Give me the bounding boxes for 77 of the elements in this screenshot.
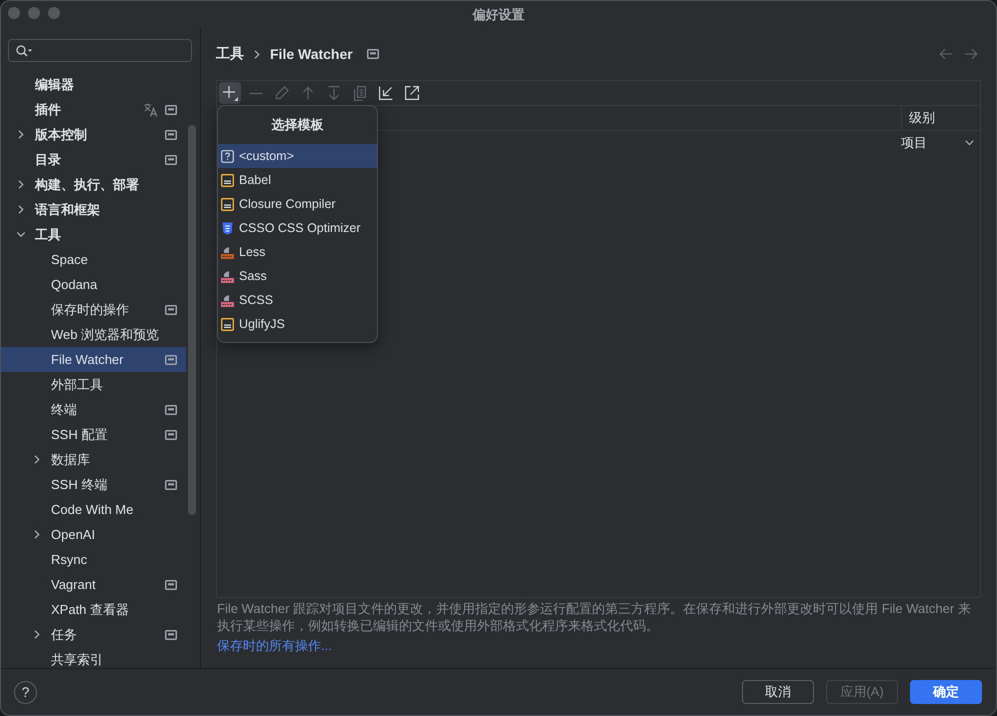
popup-item[interactable]: CSSO CSS Optimizer	[218, 216, 377, 240]
js-file-icon	[221, 174, 234, 186]
chevron-down-icon	[965, 140, 974, 146]
search-icon[interactable]	[16, 44, 32, 56]
breadcrumb-item: File Watcher	[270, 46, 353, 62]
arrow-out-icon	[405, 86, 419, 100]
stylesheet-file-icon	[221, 294, 234, 306]
sidebar-item[interactable]: Web 浏览器和预览	[1, 322, 186, 347]
dialog-button[interactable]: 确定	[910, 680, 982, 704]
js-file-icon	[221, 198, 234, 210]
plus-icon	[222, 85, 238, 101]
sidebar-item[interactable]: 版本控制	[1, 122, 186, 147]
sidebar-item[interactable]: File Watcher	[1, 347, 186, 372]
help-button[interactable]: ?	[14, 680, 37, 704]
css-file-icon	[221, 222, 234, 234]
sidebar-item[interactable]: 编辑器	[1, 72, 186, 97]
arrow-down-icon	[328, 86, 340, 100]
minus-icon	[249, 92, 263, 94]
sidebar-item[interactable]: SSH 配置	[1, 422, 186, 447]
arrow-in-icon	[379, 86, 393, 100]
popup-item[interactable]: SCSS	[218, 288, 377, 312]
js-file-icon	[221, 318, 234, 330]
arrow-right-icon	[964, 48, 978, 60]
column-header[interactable]: 级别	[901, 106, 980, 130]
sidebar-item[interactable]: 保存时的操作	[1, 297, 186, 322]
sidebar-item[interactable]: 任务	[1, 622, 186, 647]
dropdown[interactable]: 项目	[901, 131, 980, 155]
sidebar-item[interactable]: 语言和框架	[1, 197, 186, 222]
close-window-icon[interactable]	[8, 7, 20, 19]
sidebar-item[interactable]: Vagrant	[1, 572, 186, 597]
sidebar-item[interactable]: OpenAI	[1, 522, 186, 547]
stylesheet-file-icon	[221, 246, 234, 258]
dialog-button[interactable]: 取消	[742, 680, 814, 704]
arrow-up-icon	[302, 86, 314, 100]
popup-item[interactable]: Babel	[218, 168, 377, 192]
popup-item[interactable]: Sass	[218, 264, 377, 288]
sidebar-item[interactable]: Rsync	[1, 547, 186, 572]
popup-item[interactable]: <custom>	[218, 144, 377, 168]
popup-item[interactable]: Less	[218, 240, 377, 264]
add-button[interactable]	[219, 82, 241, 104]
sidebar-item[interactable]: XPath 查看器	[1, 597, 186, 622]
popup-title: 选择模板	[270, 116, 324, 134]
sidebar-item[interactable]: 终端	[1, 397, 186, 422]
link[interactable]: 保存时的所有操作...	[217, 637, 332, 655]
chevron-down-icon[interactable]	[16, 232, 26, 238]
window-title: 偏好设置	[472, 6, 524, 24]
stylesheet-file-icon	[221, 270, 234, 282]
question-file-icon	[221, 150, 234, 162]
chevron-right-icon[interactable]	[18, 180, 24, 189]
sidebar-item[interactable]: 外部工具	[1, 372, 186, 397]
chevron-right-icon[interactable]	[18, 130, 24, 139]
sidebar-item[interactable]: 数据库	[1, 447, 186, 472]
chevron-right-icon[interactable]	[34, 455, 40, 464]
chevron-right-icon[interactable]	[34, 530, 40, 539]
pencil-icon	[275, 86, 289, 100]
chevron-right-icon[interactable]	[18, 205, 24, 214]
sidebar-item[interactable]: Space	[1, 247, 186, 272]
chevron-right-icon	[254, 50, 260, 58]
sidebar-item[interactable]: 共享索引	[1, 647, 186, 668]
scrollbar-thumb[interactable]	[188, 125, 196, 515]
minimize-window-icon[interactable]	[28, 7, 40, 19]
sidebar-item[interactable]: 构建、执行、部署	[1, 172, 186, 197]
sidebar-item[interactable]: Code With Me	[1, 497, 186, 522]
zoom-window-icon[interactable]	[48, 7, 60, 19]
popup-item[interactable]: Closure Compiler	[218, 192, 377, 216]
popup-item[interactable]: UglifyJS	[218, 312, 377, 336]
sidebar-item[interactable]: 目录	[1, 147, 186, 172]
search-field[interactable]	[8, 39, 192, 62]
sidebar-item[interactable]: 工具	[1, 222, 186, 247]
sidebar-item[interactable]: SSH 终端	[1, 472, 186, 497]
chevron-right-icon[interactable]	[34, 630, 40, 639]
description-text: File Watcher 跟踪对项目文件的更改，并使用指定的形参运行配置的第三方程序。在保存和进行外部更改时可以使用 File Watcher 来执行某些操作，例如转换已编辑的文件或使用外部格式化程序来格式化代码。	[217, 600, 972, 634]
breadcrumb-item[interactable]: 工具	[216, 45, 244, 63]
copy-icon	[354, 86, 366, 100]
sidebar-item[interactable]: 插件	[1, 97, 186, 122]
arrow-left-icon	[939, 48, 953, 60]
sidebar-item[interactable]: Qodana	[1, 272, 186, 297]
